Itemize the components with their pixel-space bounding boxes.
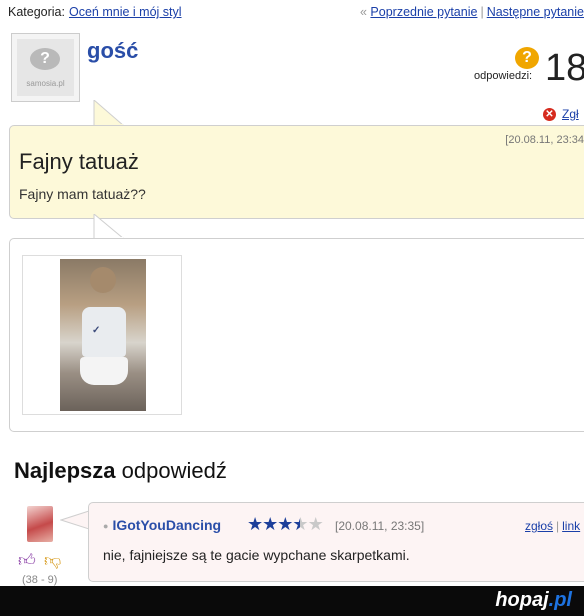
report-question[interactable]: ✕ Zgł xyxy=(543,107,579,122)
user-status-icon: ● xyxy=(103,521,109,532)
top-bar: Kategoria: Oceń mnie i mój styl « Poprzed… xyxy=(0,0,584,28)
thumbs-up-icon[interactable]: 👍︎ xyxy=(18,550,36,571)
category-label: Kategoria: xyxy=(8,5,65,19)
answer-date: [20.08.11, 23:35] xyxy=(335,519,425,533)
question-navigation: « Poprzednie pytanie | Następne pytanie xyxy=(360,5,584,19)
author-avatar[interactable]: ? samosia.pl xyxy=(11,33,80,102)
report-close-icon: ✕ xyxy=(543,108,556,122)
question-box: [20.08.11, 23:34 Fajny tatuaż Fajny mam … xyxy=(9,125,584,219)
answer-text: nie, fajniejsze są te gacie wypchane ska… xyxy=(103,547,410,563)
answers-count: 18 xyxy=(545,47,584,89)
question-date: [20.08.11, 23:34 xyxy=(505,134,584,146)
photo-head xyxy=(90,267,116,293)
answer-bubble-tail xyxy=(60,510,90,530)
answer-user-avatar[interactable] xyxy=(27,506,53,542)
answer-author-name[interactable]: IGotYouDancing xyxy=(112,517,221,533)
watermark-bar: hopaj.pl xyxy=(0,586,584,616)
star-icon: ★ xyxy=(247,514,263,534)
answers-question-icon: ? xyxy=(515,47,539,69)
previous-question-link[interactable]: Poprzednie pytanie xyxy=(370,5,477,19)
logo-main: hopaj xyxy=(495,589,549,611)
actions-separator: | xyxy=(556,519,560,533)
question-bubble-tail xyxy=(93,100,126,127)
best-answer-box: ● IGotYouDancing ★★★★★ [20.08.11, 23:35] … xyxy=(88,502,584,582)
photo-image: ✓ xyxy=(60,259,146,411)
category-link[interactable]: Oceń mnie i mój styl xyxy=(69,5,182,19)
best-answer-heading-bold: Najlepsza xyxy=(14,458,116,483)
logo-suffix: .pl xyxy=(548,589,572,611)
site-logo: hopaj.pl xyxy=(495,589,572,612)
avatar-site-label: samosia.pl xyxy=(26,79,65,88)
shirt-logo: ✓ xyxy=(92,325,101,336)
answer-author[interactable]: ● IGotYouDancing xyxy=(103,517,221,533)
best-answer-heading: Najlepsza odpowiedź xyxy=(14,458,227,484)
attachment-box: ✓ xyxy=(9,238,584,432)
avatar-placeholder: ? samosia.pl xyxy=(17,39,74,96)
attached-photo[interactable]: ✓ xyxy=(22,255,182,415)
vote-count: (38 - 9) xyxy=(22,574,58,586)
star-icon: ★ xyxy=(307,514,324,534)
image-bubble-tail xyxy=(93,214,126,240)
category-breadcrumb: Kategoria: Oceń mnie i mój styl xyxy=(8,5,182,19)
report-answer-link[interactable]: zgłoś xyxy=(525,519,553,533)
best-answer-heading-rest: odpowiedź xyxy=(121,458,227,483)
prev-arrow-icon: « xyxy=(359,5,367,19)
question-title: Fajny tatuaż xyxy=(19,149,139,174)
user-rating-stars: ★★★★★ xyxy=(247,514,324,535)
nav-separator: | xyxy=(480,5,484,19)
thumbs-down-icon[interactable]: 👎︎ xyxy=(44,550,61,571)
photo-shirt: ✓ xyxy=(82,307,126,357)
answers-count-label: odpowiedzi: xyxy=(474,70,533,82)
question-body: Fajny mam tatuaż?? xyxy=(19,186,146,202)
next-question-link[interactable]: Następne pytanie xyxy=(487,5,584,19)
question-author[interactable]: gość xyxy=(87,38,138,64)
half-star-icon: ★ xyxy=(292,514,308,534)
answer-actions: zgłoś | link xyxy=(525,519,580,533)
star-icon: ★ xyxy=(277,514,293,534)
answer-permalink[interactable]: link xyxy=(562,519,580,533)
report-question-link[interactable]: Zgł xyxy=(562,107,579,121)
star-icon: ★ xyxy=(262,514,278,534)
question-bubble-icon: ? xyxy=(30,48,60,70)
photo-pants xyxy=(80,357,128,385)
